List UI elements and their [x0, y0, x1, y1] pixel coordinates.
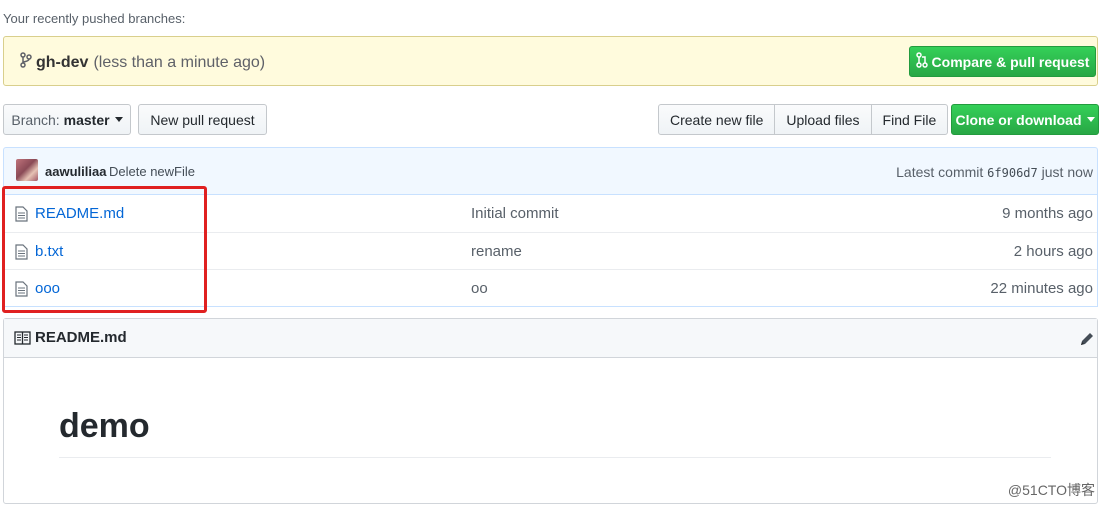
- file-commit-message[interactable]: rename: [471, 243, 522, 260]
- branch-prefix: Branch:: [11, 111, 60, 128]
- heading-divider: [59, 457, 1051, 458]
- pull-request-icon: [915, 52, 928, 71]
- file-commit-message[interactable]: Initial commit: [471, 205, 559, 222]
- readme-panel: README.md demo: [3, 318, 1098, 504]
- file-row: b.txt rename 2 hours ago: [4, 232, 1097, 269]
- readme-heading: demo: [59, 407, 150, 445]
- avatar[interactable]: [16, 159, 38, 181]
- file-icon: [15, 244, 28, 263]
- clone-or-download-label: Clone or download: [955, 111, 1082, 128]
- new-pull-request-button[interactable]: New pull request: [138, 104, 267, 135]
- branch-select-button[interactable]: Branch: master: [3, 104, 131, 135]
- file-row: ooo oo 22 minutes ago: [4, 269, 1097, 306]
- chevron-down-icon: [114, 117, 123, 122]
- file-name-link[interactable]: ooo: [35, 280, 60, 297]
- file-actions-group: Create new file Upload files Find File: [658, 104, 949, 135]
- file-icon: [15, 281, 28, 300]
- recent-branches-label: Your recently pushed branches:: [3, 11, 186, 26]
- find-file-button[interactable]: Find File: [870, 104, 949, 135]
- recent-branch-name[interactable]: gh-dev: [36, 54, 88, 72]
- latest-commit-prefix: Latest commit: [896, 164, 984, 180]
- file-row: README.md Initial commit 9 months ago: [4, 195, 1097, 232]
- book-icon: [14, 331, 31, 348]
- commit-time: just now: [1041, 164, 1093, 180]
- latest-commit-info: Latest commit 6f906d7 just now: [896, 164, 1093, 180]
- file-list: README.md Initial commit 9 months ago b.…: [3, 194, 1098, 307]
- compare-pull-request-button[interactable]: Compare & pull request: [909, 46, 1096, 77]
- file-icon: [15, 206, 28, 225]
- file-age: 22 minutes ago: [990, 280, 1093, 297]
- chevron-down-icon: [1086, 117, 1095, 122]
- file-age: 2 hours ago: [1013, 243, 1093, 260]
- branch-value: master: [63, 111, 110, 128]
- upload-files-button[interactable]: Upload files: [774, 104, 872, 135]
- file-name-link[interactable]: b.txt: [35, 243, 63, 260]
- commit-message[interactable]: Delete newFile: [109, 164, 195, 179]
- pencil-icon[interactable]: [1079, 331, 1095, 350]
- git-branch-icon: [20, 52, 32, 73]
- create-new-file-button[interactable]: Create new file: [658, 104, 776, 135]
- latest-commit-bar: aawuliliaa Delete newFile Latest commit …: [3, 147, 1098, 194]
- file-name-link[interactable]: README.md: [35, 205, 124, 222]
- clone-or-download-button[interactable]: Clone or download: [951, 104, 1099, 135]
- commit-author[interactable]: aawuliliaa: [45, 164, 106, 179]
- file-commit-message[interactable]: oo: [471, 280, 488, 297]
- watermark: @51CTO博客: [1007, 482, 1095, 498]
- commit-sha[interactable]: 6f906d7: [987, 166, 1038, 180]
- recent-branch-info: gh-dev (less than a minute ago): [20, 52, 265, 73]
- readme-title: README.md: [35, 329, 127, 346]
- file-age: 9 months ago: [1002, 205, 1093, 222]
- recent-push-banner: gh-dev (less than a minute ago) Compare …: [3, 36, 1098, 86]
- recent-push-time: (less than a minute ago): [93, 53, 266, 71]
- compare-pull-request-label: Compare & pull request: [931, 53, 1090, 70]
- readme-header: README.md: [4, 319, 1097, 358]
